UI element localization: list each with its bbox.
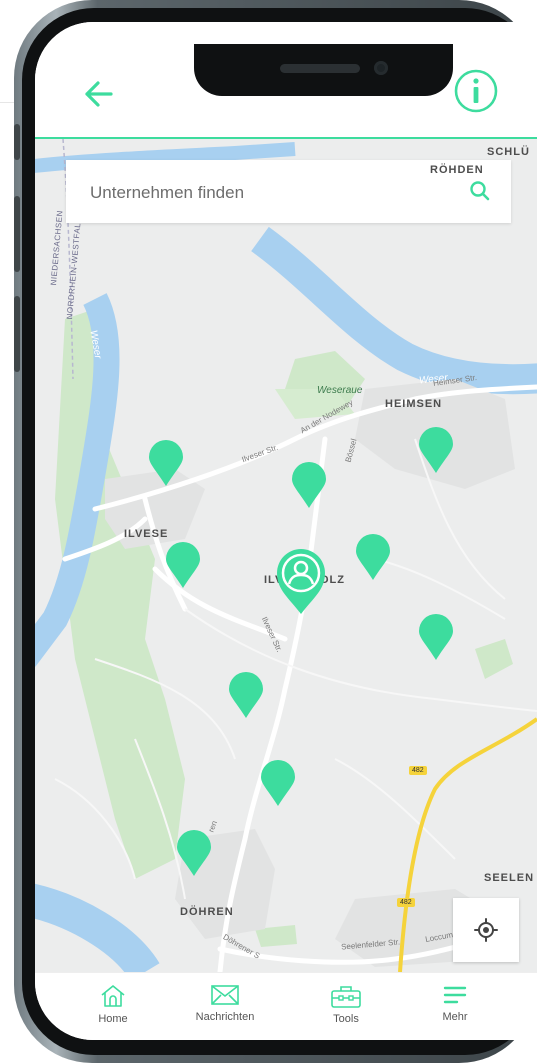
- app-screen: Weser Weser Weseraue NIEDERSACHSEN NORDR…: [35, 22, 537, 1040]
- map-label-place: RÖHDEN: [430, 164, 484, 176]
- map-pin-icon: [292, 462, 326, 508]
- map-label-place: SEELEN: [484, 872, 535, 884]
- tab-home[interactable]: Home: [63, 983, 163, 1039]
- tab-label: Nachrichten: [195, 1011, 255, 1023]
- company-map-marker[interactable]: [355, 534, 391, 582]
- phone-speaker: [280, 64, 360, 73]
- company-map-marker[interactable]: [176, 830, 212, 878]
- tab-tools[interactable]: Tools: [296, 983, 396, 1039]
- tab-label: Mehr: [442, 1011, 468, 1023]
- company-map-marker[interactable]: [418, 427, 454, 475]
- map-label-place: ILVESE: [124, 528, 169, 540]
- company-map-marker[interactable]: [418, 614, 454, 662]
- map-label-place: HEIMSEN: [385, 398, 443, 410]
- locate-me-button[interactable]: [453, 898, 519, 962]
- user-location-marker[interactable]: [275, 546, 327, 616]
- road-shield: 482: [409, 766, 427, 775]
- tab-mehr[interactable]: Mehr: [405, 983, 505, 1039]
- back-button[interactable]: [79, 74, 119, 114]
- map-pin-icon: [356, 534, 390, 580]
- home-icon: [101, 985, 125, 1007]
- map-label-place: SCHLÜ: [487, 146, 530, 158]
- toolbox-icon: [331, 986, 361, 1008]
- company-map-marker[interactable]: [260, 760, 296, 808]
- search-button[interactable]: [468, 179, 492, 203]
- company-map-marker[interactable]: [148, 440, 184, 488]
- road-shield: 482: [397, 898, 415, 907]
- tab-label: Home: [98, 1013, 128, 1025]
- company-map-marker[interactable]: [165, 542, 201, 590]
- phone-mute-switch: [14, 124, 20, 160]
- company-map-marker[interactable]: [291, 462, 327, 510]
- search-icon: [470, 181, 490, 201]
- map-pin-icon: [261, 760, 295, 806]
- map-pin-icon: [229, 672, 263, 718]
- phone-volume-up-button: [14, 196, 20, 272]
- map-pin-icon: [419, 614, 453, 660]
- envelope-icon: [211, 985, 239, 1005]
- map-pin-icon: [149, 440, 183, 486]
- phone-camera: [374, 61, 388, 75]
- map-pin-icon: [166, 542, 200, 588]
- tab-label: Tools: [333, 1013, 359, 1025]
- company-map-marker[interactable]: [228, 672, 264, 720]
- map-label-green: Weseraue: [317, 385, 363, 396]
- phone-notch: [194, 44, 453, 96]
- header-accent-line: [35, 137, 537, 139]
- tab-nachrichten[interactable]: Nachrichten: [175, 983, 275, 1039]
- user-location-icon: [277, 549, 325, 614]
- map-label-place: DÖHREN: [180, 906, 234, 918]
- bottom-tab-bar: Home Nachrichten Tools Mehr: [35, 972, 537, 1040]
- info-icon: [454, 69, 498, 113]
- info-button[interactable]: [453, 68, 499, 114]
- arrow-left-icon: [85, 81, 113, 107]
- map-pin-icon: [419, 427, 453, 473]
- crosshair-icon: [474, 918, 498, 942]
- search-input[interactable]: [88, 160, 452, 225]
- phone-volume-down-button: [14, 296, 20, 372]
- map-pin-icon: [177, 830, 211, 876]
- menu-icon: [443, 986, 467, 1004]
